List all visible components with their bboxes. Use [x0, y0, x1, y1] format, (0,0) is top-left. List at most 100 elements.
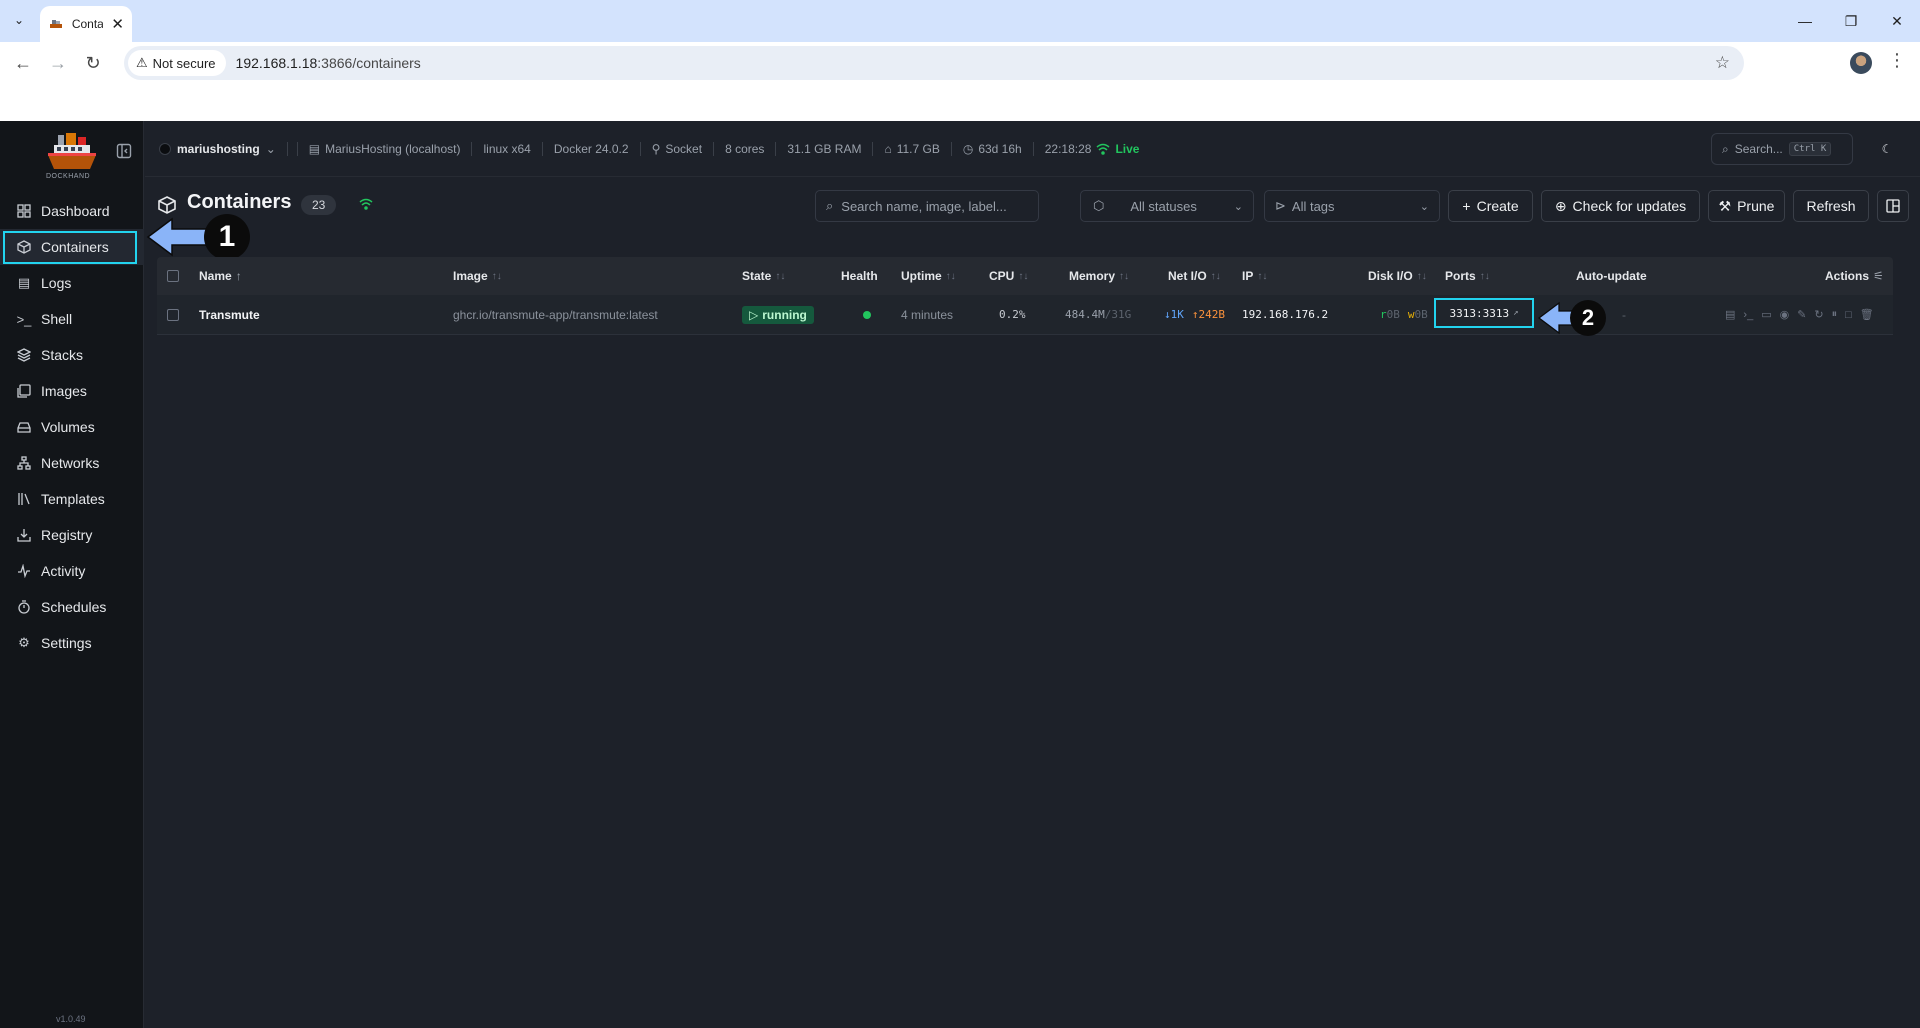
- logs-icon[interactable]: ▤: [1725, 308, 1735, 321]
- sidebar-item-label: Schedules: [41, 599, 107, 615]
- sidebar-collapse-icon[interactable]: [116, 143, 132, 159]
- tags-filter-select[interactable]: ⊳ All tags ⌄: [1264, 190, 1440, 222]
- sort-icon: ↑↓: [1479, 270, 1490, 282]
- window-close-icon[interactable]: ✕: [1874, 0, 1920, 42]
- disk-read-label: r: [1380, 308, 1387, 321]
- terminal-icon[interactable]: ›_: [1743, 309, 1753, 321]
- pause-icon[interactable]: ⏸: [1832, 308, 1838, 321]
- row-checkbox[interactable]: [167, 308, 179, 321]
- address-bar[interactable]: ⚠ Not secure 192.168.1.18:3866/container…: [124, 46, 1744, 80]
- port-mapping: 3313:3313: [1449, 306, 1510, 320]
- sidebar-item-logs[interactable]: ▤ Logs: [0, 265, 144, 301]
- status-filter-select[interactable]: ⬡ All statuses ⌄: [1080, 190, 1254, 222]
- plug-icon: ⚲: [651, 141, 661, 156]
- url-text: 192.168.1.18:3866/containers: [236, 55, 421, 71]
- chevron-down-icon: ⌄: [1419, 200, 1429, 213]
- memory-total: /31G: [1104, 308, 1132, 321]
- column-ports[interactable]: Ports ↑↓: [1445, 257, 1490, 295]
- moon-icon[interactable]: ☾: [1875, 137, 1899, 161]
- library-icon: [16, 491, 32, 507]
- eye-icon[interactable]: ◉: [1780, 308, 1790, 321]
- check-updates-label: Check for updates: [1572, 198, 1687, 214]
- global-search[interactable]: ⌕ Search... Ctrl K: [1711, 133, 1853, 165]
- global-search-placeholder: Search...: [1734, 142, 1783, 156]
- sidebar-item-schedules[interactable]: Schedules: [0, 589, 144, 625]
- logo-text: DOCKHAND: [46, 173, 91, 180]
- column-diskio[interactable]: Disk I/O ↑↓: [1368, 257, 1427, 295]
- disk-label: 11.7 GB: [896, 141, 940, 156]
- trash-icon[interactable]: 🗑: [1860, 308, 1874, 321]
- column-netio[interactable]: Net I/O ↑↓: [1168, 257, 1221, 295]
- sidebar-item-registry[interactable]: Registry: [0, 517, 144, 553]
- environment-selector[interactable]: mariushosting ⌄: [159, 142, 276, 156]
- table-row[interactable]: Transmute ghcr.io/transmute-app/transmut…: [157, 295, 1893, 335]
- browser-blank-strip: [0, 84, 1920, 121]
- sidebar-item-images[interactable]: Images: [0, 373, 144, 409]
- minimize-icon[interactable]: —: [1782, 0, 1828, 42]
- server-icon: ▤: [308, 141, 321, 156]
- memory-value: 484.4M/31G: [1065, 295, 1131, 334]
- sort-icon: ↑↓: [491, 270, 502, 282]
- refresh-button[interactable]: Refresh: [1793, 190, 1869, 222]
- column-uptime[interactable]: Uptime ↑↓: [901, 257, 956, 295]
- header-label: Health: [841, 269, 878, 283]
- container-name[interactable]: Transmute: [199, 295, 260, 334]
- app-version: v1.0.49: [56, 1014, 86, 1024]
- container-search-input[interactable]: ⌕ Search name, image, label...: [815, 190, 1039, 222]
- sidebar-item-templates[interactable]: Templates: [0, 481, 144, 517]
- column-memory[interactable]: Memory ↑↓: [1069, 257, 1129, 295]
- column-image[interactable]: Image ↑↓: [453, 257, 502, 295]
- close-icon[interactable]: ✕: [111, 15, 124, 33]
- column-health: Health: [841, 257, 878, 295]
- sidebar-item-label: Shell: [41, 311, 73, 327]
- cores-label: 8 cores: [725, 141, 765, 156]
- sidebar-item-shell[interactable]: >_ Shell: [0, 301, 144, 337]
- layout-toggle-icon[interactable]: [1877, 190, 1909, 222]
- sidebar-item-label: Dashboard: [41, 203, 110, 219]
- sort-icon: ↑↓: [1210, 270, 1221, 282]
- bookmark-star-icon[interactable]: ☆: [1715, 53, 1730, 73]
- column-autoupdate: Auto-update: [1576, 257, 1647, 295]
- tab-search-button[interactable]: ⌄: [8, 9, 30, 31]
- sidebar-item-networks[interactable]: Networks: [0, 445, 144, 481]
- column-name[interactable]: Name ↑: [199, 257, 242, 295]
- dockhand-app: DOCKHAND Dashboard Containers ▤ Logs >_ …: [0, 121, 1920, 1028]
- memory-used: 484.4M: [1065, 308, 1105, 321]
- prune-button[interactable]: ⚒ Prune: [1708, 190, 1785, 222]
- sidebar-item-activity[interactable]: Activity: [0, 553, 144, 589]
- sidebar-item-settings[interactable]: ⚙ Settings: [0, 625, 144, 661]
- column-cpu[interactable]: CPU ↑↓: [989, 257, 1028, 295]
- back-icon[interactable]: ←: [10, 50, 36, 76]
- column-settings-icon[interactable]: ⚟: [1873, 269, 1884, 283]
- container-image: ghcr.io/transmute-app/transmute:latest: [453, 307, 658, 322]
- profile-avatar[interactable]: [1850, 52, 1872, 74]
- sidebar-item-stacks[interactable]: Stacks: [0, 337, 144, 373]
- edit-icon[interactable]: ✎: [1797, 308, 1806, 321]
- table-header: Name ↑ Image ↑↓ State ↑↓ Health Uptime ↑↓ CP…: [157, 257, 1893, 295]
- restore-icon[interactable]: ❐: [1828, 0, 1874, 42]
- highlight-box: [3, 231, 137, 264]
- folder-icon[interactable]: ▭: [1761, 308, 1771, 321]
- browser-tab[interactable]: Conta ✕: [40, 6, 132, 42]
- header-label: Net I/O: [1168, 269, 1207, 283]
- forward-icon[interactable]: →: [45, 50, 71, 76]
- stop-icon[interactable]: □: [1845, 309, 1852, 321]
- select-all-checkbox[interactable]: [167, 270, 179, 282]
- refresh-label: Refresh: [1806, 198, 1856, 214]
- port-link[interactable]: 3313:3313 ↗: [1434, 298, 1534, 328]
- column-state[interactable]: State ↑↓: [742, 257, 785, 295]
- create-button[interactable]: + Create: [1448, 190, 1533, 222]
- restart-icon[interactable]: ↻: [1814, 308, 1823, 321]
- environment-bar: mariushosting ⌄ ▤ MariusHosting (localhos…: [145, 121, 1920, 177]
- not-secure-chip[interactable]: ⚠ Not secure: [128, 50, 226, 76]
- column-ip[interactable]: IP ↑↓: [1242, 257, 1267, 295]
- external-link-icon: ↗: [1513, 308, 1519, 318]
- sidebar-item-dashboard[interactable]: Dashboard: [0, 193, 144, 229]
- sidebar-item-volumes[interactable]: Volumes: [0, 409, 144, 445]
- ram-label: 31.1 GB RAM: [787, 141, 862, 156]
- sort-icon: ↑↓: [775, 270, 786, 282]
- check-updates-button[interactable]: ⊕ Check for updates: [1541, 190, 1700, 222]
- reload-icon[interactable]: ↻: [80, 50, 106, 76]
- sidebar-item-containers[interactable]: Containers: [0, 229, 144, 265]
- browser-menu-icon[interactable]: ⋮: [1888, 50, 1906, 71]
